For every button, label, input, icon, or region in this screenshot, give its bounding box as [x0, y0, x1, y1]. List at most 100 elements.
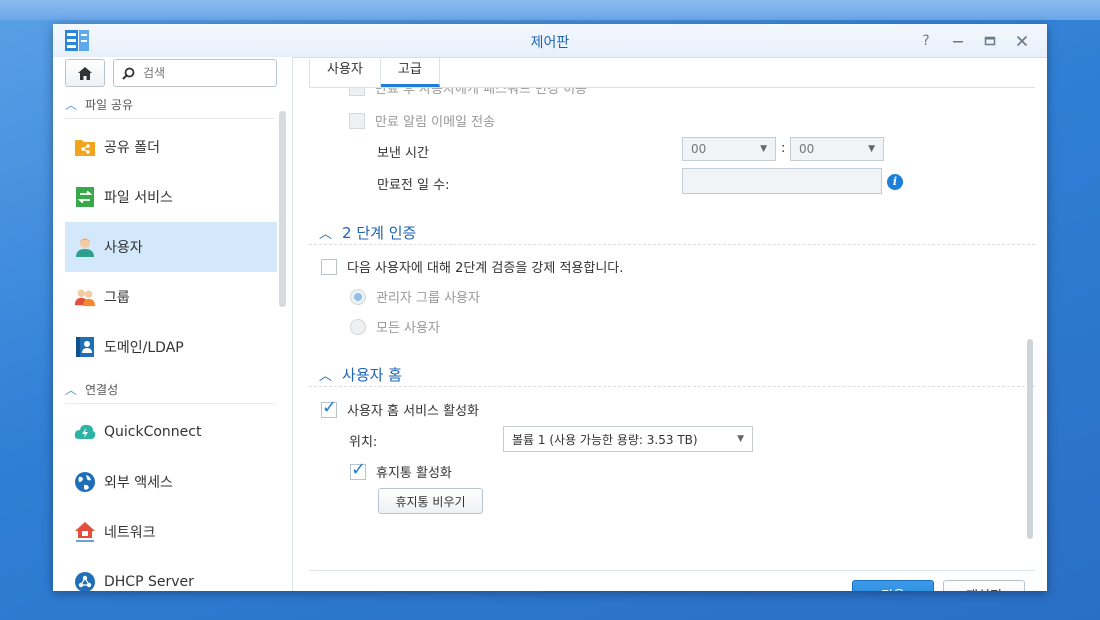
sidebar-item-label: 도메인/LDAP — [104, 340, 184, 356]
days-before-label: 만료전 일 수: — [377, 178, 450, 193]
minute-value: 00 — [799, 142, 815, 156]
location-row: 위치: — [349, 431, 377, 450]
chevron-up-icon: ︿ — [319, 227, 333, 242]
send-time-row: 보낸 시간 — [377, 142, 429, 161]
chevron-up-icon: ︿ — [65, 97, 78, 112]
sidebar-item-label: DHCP Server — [104, 574, 194, 590]
all-users-option: 모든 사용자 — [350, 317, 440, 336]
expiry-email-row: 만료 알림 이메일 전송 — [349, 111, 495, 130]
sidebar-item-label: QuickConnect — [104, 424, 202, 440]
sidebar-item-shared-folder[interactable]: 공유 폴더 — [65, 122, 277, 172]
checkmark-icon: ✓ — [351, 458, 367, 480]
user-home-enable-checkbox[interactable]: ✓ — [321, 397, 337, 418]
info-icon[interactable]: i — [887, 174, 903, 190]
tab-user[interactable]: 사용자 — [309, 57, 381, 87]
user-home-section-header[interactable]: ︿ 사용자 홈 — [319, 364, 402, 385]
divider — [65, 403, 275, 404]
home-button[interactable] — [65, 59, 105, 87]
two-step-title: 2 단계 인증 — [342, 224, 417, 242]
divider — [309, 570, 1035, 571]
external-access-icon — [74, 471, 96, 493]
help-button[interactable]: ? — [915, 30, 937, 52]
user-home-title: 사용자 홈 — [342, 366, 402, 384]
time-separator: : — [781, 141, 785, 156]
search-icon — [122, 67, 135, 80]
advanced-settings-content: 만료 후 사용자에게 패스워드 변경 허용 만료 알림 이메일 전송 보낸 시간… — [309, 88, 1035, 568]
tab-advanced[interactable]: 고급 — [380, 57, 440, 87]
sidebar-item-label: 외부 액세스 — [104, 475, 173, 491]
section-label: 파일 공유 — [85, 97, 133, 112]
tab-bar: 사용자 고급 — [309, 57, 440, 87]
all-users-label: 모든 사용자 — [376, 321, 440, 336]
maximize-button[interactable] — [979, 30, 1001, 52]
expiry-email-label: 만료 알림 이메일 전송 — [375, 115, 496, 130]
checkmark-icon: ✓ — [322, 396, 338, 418]
apply-button[interactable]: 적용 — [852, 580, 934, 591]
reset-button[interactable]: 재설정 — [943, 580, 1025, 591]
days-before-row: 만료전 일 수: — [377, 174, 449, 193]
control-panel-window: 제어판 ? ︿ 파일 공유 — [53, 24, 1047, 591]
chevron-up-icon: ︿ — [65, 382, 78, 397]
dropdown-arrow-icon: ▼ — [868, 144, 875, 154]
minute-select[interactable]: 00 ▼ — [790, 137, 884, 161]
hour-select[interactable]: 00 ▼ — [682, 137, 776, 161]
enforce-2fa-checkbox[interactable] — [321, 258, 337, 275]
help-icon: ? — [922, 33, 930, 49]
main-panel: 사용자 고급 만료 후 사용자에게 패스워드 변경 허용 만료 알림 이메일 전… — [293, 57, 1047, 591]
close-icon — [1016, 35, 1028, 47]
sidebar-item-label: 그룹 — [104, 290, 130, 306]
all-users-radio[interactable] — [350, 318, 366, 335]
location-select[interactable]: 볼륨 1 (사용 가능한 용량: 3.53 TB) ▼ — [503, 426, 753, 452]
shared-folder-icon — [74, 136, 96, 158]
recycle-bin-checkbox[interactable]: ✓ — [350, 459, 366, 480]
allow-password-change-row: 만료 후 사용자에게 패스워드 변경 허용 — [349, 88, 587, 97]
sidebar-item-network[interactable]: 네트워크 — [65, 507, 277, 557]
sidebar-item-dhcp-server[interactable]: DHCP Server — [65, 557, 277, 591]
minimize-icon — [953, 41, 963, 43]
quickconnect-icon — [74, 421, 96, 443]
send-time-label: 보낸 시간 — [377, 146, 429, 161]
divider — [309, 244, 1035, 245]
user-icon — [74, 236, 96, 258]
minimize-button[interactable] — [947, 30, 969, 52]
chevron-up-icon: ︿ — [319, 369, 333, 384]
sidebar-item-quickconnect[interactable]: QuickConnect — [65, 407, 277, 457]
two-step-section-header[interactable]: ︿ 2 단계 인증 — [319, 222, 416, 243]
admin-group-radio[interactable] — [350, 288, 366, 305]
dropdown-arrow-icon: ▼ — [737, 434, 744, 444]
sidebar-item-domain-ldap[interactable]: 도메인/LDAP — [65, 322, 277, 372]
sidebar-item-file-services[interactable]: 파일 서비스 — [65, 172, 277, 222]
empty-recycle-bin-button[interactable]: 휴지통 비우기 — [378, 488, 483, 514]
allow-password-change-label: 만료 후 사용자에게 패스워드 변경 허용 — [375, 88, 588, 97]
enforce-2fa-label: 다음 사용자에 대해 2단계 검증을 강제 적용합니다. — [347, 261, 624, 276]
sidebar-scrollbar[interactable] — [279, 111, 286, 307]
sidebar-item-group[interactable]: 그룹 — [65, 272, 277, 322]
sidebar-item-external-access[interactable]: 외부 액세스 — [65, 457, 277, 507]
maximize-icon — [984, 36, 996, 46]
main-scrollbar[interactable] — [1027, 339, 1033, 539]
recycle-bin-row: ✓ 휴지통 활성화 — [350, 459, 452, 481]
search-box[interactable] — [113, 59, 277, 87]
divider — [65, 118, 275, 119]
home-icon — [78, 66, 92, 80]
search-input[interactable] — [141, 65, 265, 81]
group-icon — [74, 286, 96, 308]
close-button[interactable] — [1011, 30, 1033, 52]
section-connectivity[interactable]: ︿ 연결성 — [65, 375, 118, 403]
allow-password-change-checkbox[interactable] — [349, 88, 365, 96]
title-bar: 제어판 ? — [53, 24, 1047, 58]
days-before-input[interactable] — [682, 168, 882, 194]
expiry-email-checkbox[interactable] — [349, 112, 365, 129]
network-icon — [74, 521, 96, 543]
sidebar-item-user[interactable]: 사용자 — [65, 222, 277, 272]
section-file-sharing[interactable]: ︿ 파일 공유 — [65, 90, 133, 118]
user-home-enable-label: 사용자 홈 서비스 활성화 — [347, 404, 479, 419]
sidebar-item-label: 네트워크 — [104, 525, 156, 541]
desktop-taskbar — [0, 0, 1100, 20]
admin-group-label: 관리자 그룹 사용자 — [376, 291, 480, 306]
sidebar-item-label: 사용자 — [104, 240, 143, 256]
location-value: 볼륨 1 (사용 가능한 용량: 3.53 TB) — [512, 432, 698, 447]
domain-ldap-icon — [74, 336, 96, 358]
location-label: 위치: — [349, 435, 378, 450]
sidebar-item-label: 공유 폴더 — [104, 140, 160, 156]
